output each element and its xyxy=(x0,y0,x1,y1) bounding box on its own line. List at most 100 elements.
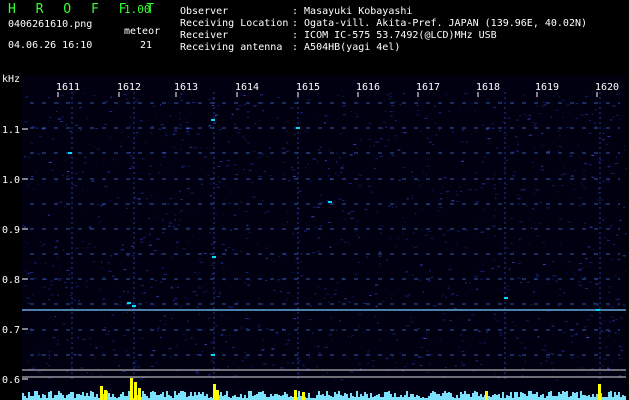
noise-speck xyxy=(405,271,409,273)
noise-speck xyxy=(261,153,264,155)
noise-speck xyxy=(580,182,582,184)
noise-speck xyxy=(478,330,481,332)
meteor-blip xyxy=(68,152,72,154)
noise-speck xyxy=(159,164,161,166)
noise-speck xyxy=(417,109,420,111)
histogram-bar xyxy=(96,394,98,400)
noise-speck xyxy=(222,213,223,215)
histogram-bar xyxy=(190,392,192,400)
noise-speck xyxy=(359,368,362,370)
noise-speck xyxy=(27,360,29,362)
noise-speck xyxy=(550,362,554,364)
noise-speck xyxy=(86,280,88,282)
noise-speck xyxy=(46,362,48,364)
noise-speck xyxy=(482,263,484,265)
noise-speck xyxy=(615,173,617,175)
noise-speck xyxy=(609,227,611,229)
noise-speck xyxy=(517,277,521,279)
noise-speck xyxy=(247,116,250,118)
noise-speck xyxy=(456,244,458,246)
noise-speck xyxy=(410,316,412,318)
noise-speck xyxy=(395,339,398,341)
noise-speck xyxy=(522,368,524,370)
noise-speck xyxy=(145,302,147,304)
noise-speck xyxy=(383,99,386,101)
noise-speck xyxy=(246,225,249,227)
noise-speck xyxy=(624,374,626,376)
noise-speck xyxy=(417,328,421,330)
noise-speck xyxy=(304,230,308,232)
noise-speck xyxy=(196,274,198,275)
noise-speck xyxy=(492,107,496,109)
noise-speck xyxy=(616,156,617,158)
x-tick-label: 1617 xyxy=(416,82,440,93)
noise-speck xyxy=(258,326,261,328)
noise-speck xyxy=(610,225,614,227)
histogram-bar xyxy=(30,396,32,400)
noise-speck xyxy=(160,104,161,106)
histogram-bar xyxy=(158,395,160,400)
noise-speck xyxy=(512,175,516,177)
noise-speck xyxy=(587,246,590,248)
meteor-blip xyxy=(211,119,215,121)
noise-speck xyxy=(60,121,64,122)
noise-speck xyxy=(329,150,331,152)
noise-speck xyxy=(573,192,575,194)
noise-speck xyxy=(193,272,197,274)
noise-speck xyxy=(420,131,422,133)
noise-speck xyxy=(158,128,162,130)
noise-speck xyxy=(440,198,443,200)
noise-speck xyxy=(493,215,496,217)
noise-speck xyxy=(493,258,495,260)
noise-speck xyxy=(509,268,510,270)
noise-speck xyxy=(242,136,245,138)
noise-speck xyxy=(585,258,588,260)
histogram-bar xyxy=(250,391,252,400)
noise-speck xyxy=(419,184,421,186)
noise-speck xyxy=(222,226,224,228)
noise-speck xyxy=(181,139,184,141)
noise-speck xyxy=(54,246,58,248)
noise-speck xyxy=(426,165,430,167)
noise-speck xyxy=(244,356,248,358)
noise-speck xyxy=(62,174,65,176)
noise-speck xyxy=(208,99,211,101)
noise-speck xyxy=(456,295,459,296)
noise-speck xyxy=(58,279,61,281)
noise-speck xyxy=(378,255,381,257)
noise-speck xyxy=(574,274,577,276)
noise-speck xyxy=(571,357,574,359)
x-tick-label: 1619 xyxy=(535,82,559,93)
noise-speck xyxy=(204,344,207,345)
noise-speck xyxy=(352,295,354,297)
noise-speck xyxy=(23,242,25,243)
noise-speck xyxy=(239,93,242,95)
noise-speck xyxy=(137,198,141,200)
noise-speck xyxy=(521,375,524,377)
noise-speck xyxy=(491,127,495,129)
histogram-bar xyxy=(492,395,494,400)
noise-speck xyxy=(562,228,564,230)
histogram-bar xyxy=(124,396,126,400)
noise-speck xyxy=(199,147,201,149)
noise-speck xyxy=(368,122,372,124)
histogram-peak xyxy=(294,390,297,400)
noise-speck xyxy=(523,95,525,97)
noise-speck xyxy=(605,346,608,348)
histogram-bar xyxy=(526,396,528,400)
noise-speck xyxy=(285,255,288,257)
noise-speck xyxy=(552,278,553,280)
noise-speck xyxy=(351,334,354,336)
noise-speck xyxy=(151,126,155,127)
noise-speck xyxy=(551,353,555,355)
noise-speck xyxy=(157,327,160,329)
noise-speck xyxy=(343,218,345,220)
noise-speck xyxy=(220,334,224,336)
noise-speck xyxy=(394,135,398,137)
noise-speck xyxy=(434,105,436,107)
noise-speck xyxy=(56,240,59,242)
noise-speck xyxy=(579,263,582,264)
noise-speck xyxy=(513,251,515,253)
noise-speck xyxy=(136,132,139,134)
noise-speck xyxy=(493,184,496,186)
